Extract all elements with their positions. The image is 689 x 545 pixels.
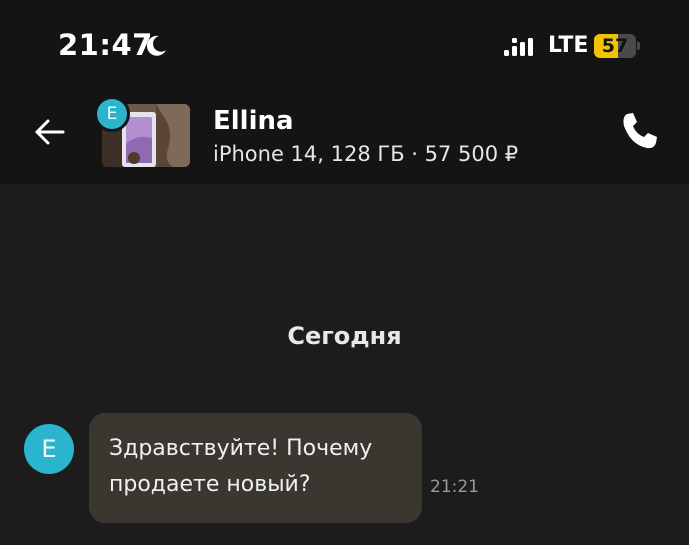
message-time: 21:21 <box>430 477 479 497</box>
network-type: LTE <box>548 33 589 58</box>
item-info[interactable]: iPhone 14, 128 ГБ · 57 500 ₽ <box>213 142 518 166</box>
sender-avatar[interactable]: E <box>24 424 74 474</box>
chat-header: E Ellina iPhone 14, 128 ГБ · 57 500 ₽ <box>0 90 689 184</box>
contact-avatar-small: E <box>94 96 130 132</box>
chat-screen: 21:47 LTE 57 E Ellina iPhone 14, 128 ГБ … <box>0 0 689 545</box>
battery-tip <box>637 42 640 50</box>
moon-icon <box>146 35 166 56</box>
battery-level: 57 <box>601 35 629 57</box>
battery-body: 57 <box>594 34 636 58</box>
status-time: 21:47 <box>58 28 153 62</box>
message-text: Здравствуйте! Почему продаете новый? <box>109 431 404 503</box>
message-line-1: Здравствуйте! Почему <box>109 436 373 461</box>
call-button[interactable] <box>616 108 662 154</box>
arrow-left-icon <box>35 119 65 145</box>
message-line-2: продаете новый? <box>109 472 311 497</box>
date-divider: Сегодня <box>287 322 402 350</box>
battery-indicator: 57 <box>594 34 640 58</box>
back-button[interactable] <box>30 112 70 152</box>
signal-bars-icon <box>504 38 533 56</box>
status-bar: 21:47 LTE 57 <box>0 0 689 90</box>
contact-name[interactable]: Ellina <box>213 106 294 136</box>
message-bubble[interactable]: Здравствуйте! Почему продаете новый? <box>89 413 422 523</box>
phone-icon <box>623 113 657 149</box>
